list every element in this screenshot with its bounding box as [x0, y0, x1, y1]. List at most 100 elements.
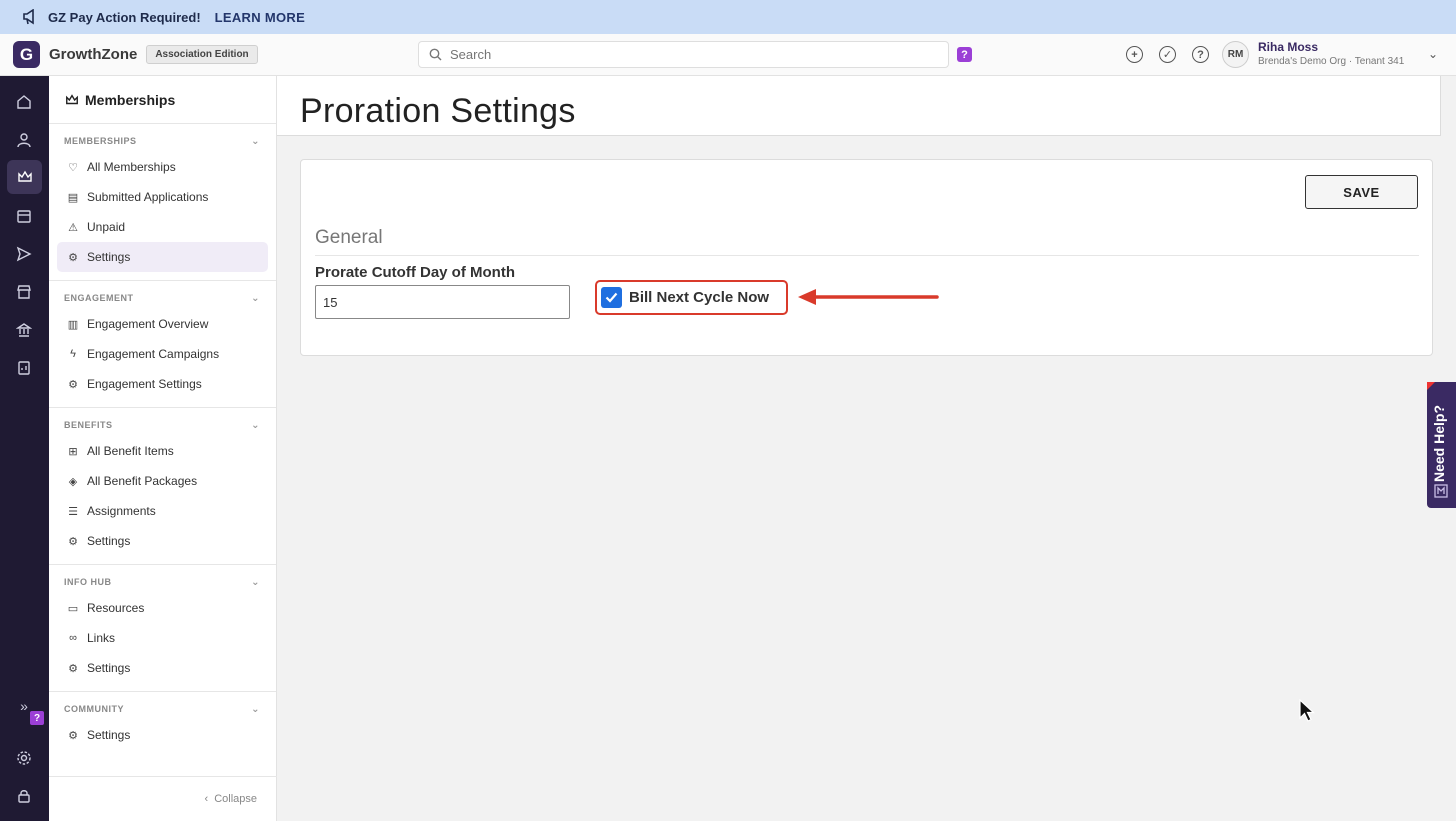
- sidebar-section-community: COMMUNITY ⌄ ⚙ Settings: [49, 692, 276, 758]
- sidebar-item-label: Engagement Campaigns: [87, 347, 220, 361]
- avatar[interactable]: RM: [1222, 41, 1249, 68]
- document-icon: ▤: [67, 191, 79, 204]
- section-toggle[interactable]: COMMUNITY ⌄: [57, 704, 268, 720]
- section-title: MEMBERSHIPS: [64, 136, 137, 146]
- sidebar-item-settings[interactable]: ⚙ Settings: [57, 242, 268, 272]
- gear-icon: ⚙: [68, 729, 78, 742]
- sidebar: Memberships MEMBERSHIPS ⌄ ♡ All Membership…: [49, 76, 277, 821]
- sidebar-item-label: Settings: [87, 250, 131, 264]
- notification-dot: [1427, 382, 1435, 390]
- folder-icon: ▭: [67, 602, 79, 615]
- sidebar-item-label: All Memberships: [87, 160, 176, 174]
- sidebar-item-submitted-applications[interactable]: ▤ Submitted Applications: [57, 182, 268, 212]
- sidebar-item-assignments[interactable]: ☰ Assignments: [57, 496, 268, 526]
- crown-icon[interactable]: [7, 160, 42, 194]
- section-title: ENGAGEMENT: [64, 293, 134, 303]
- chevron-down-icon[interactable]: ⌄: [251, 704, 260, 715]
- cutoff-day-label: Prorate Cutoff Day of Month: [315, 264, 515, 281]
- check-circle-icon[interactable]: ✓: [1159, 46, 1176, 63]
- sidebar-item-label: All Benefit Items: [87, 444, 174, 458]
- sidebar-item-community-settings[interactable]: ⚙ Settings: [57, 720, 268, 750]
- page-title: Proration Settings: [300, 92, 576, 130]
- sidebar-item-engagement-campaigns[interactable]: ϟ Engagement Campaigns: [57, 339, 268, 369]
- chevron-left-icon: ‹: [204, 793, 209, 805]
- user-name[interactable]: Riha Moss: [1258, 40, 1318, 54]
- top-header: G GrowthZone Association Edition ? + ✓ ?…: [0, 34, 1456, 76]
- sidebar-item-benefit-settings[interactable]: ⚙ Settings: [57, 526, 268, 556]
- calendar-icon[interactable]: [14, 206, 34, 226]
- sidebar-section-engagement: ENGAGEMENT ⌄ ▥ Engagement Overview ϟ Engage…: [49, 281, 276, 408]
- gear-icon[interactable]: [14, 748, 34, 768]
- brand-name: GrowthZone: [49, 46, 138, 63]
- bill-next-cycle-label[interactable]: Bill Next Cycle Now: [629, 289, 769, 306]
- chevron-down-icon[interactable]: ⌄: [1428, 47, 1438, 61]
- section-toggle[interactable]: MEMBERSHIPS ⌄: [57, 136, 268, 152]
- search-box[interactable]: [418, 41, 949, 68]
- save-button[interactable]: SAVE: [1305, 175, 1418, 209]
- user-org: Brenda's Demo Org · Tenant 341: [1258, 56, 1405, 67]
- section-title: COMMUNITY: [64, 704, 124, 714]
- page-header: Proration Settings: [277, 76, 1441, 136]
- annotation-arrow: [798, 289, 939, 305]
- mouse-cursor-icon: [1299, 699, 1315, 722]
- divider: [315, 255, 1419, 256]
- bill-next-cycle-checkbox[interactable]: [601, 287, 622, 308]
- sidebar-item-all-benefit-packages[interactable]: ◈ All Benefit Packages: [57, 466, 268, 496]
- search-icon: [429, 48, 442, 61]
- link-icon: ∞: [69, 632, 77, 644]
- cutoff-day-input[interactable]: [315, 285, 570, 319]
- report-icon[interactable]: [14, 358, 34, 378]
- bill-next-cycle-highlight: Bill Next Cycle Now: [595, 280, 788, 315]
- person-icon[interactable]: [14, 130, 34, 150]
- sidebar-item-all-memberships[interactable]: ♡ All Memberships: [57, 152, 268, 182]
- sidebar-item-engagement-settings[interactable]: ⚙ Engagement Settings: [57, 369, 268, 399]
- search-help-badge[interactable]: ?: [957, 47, 972, 62]
- section-toggle[interactable]: BENEFITS ⌄: [57, 420, 268, 436]
- store-icon[interactable]: [14, 282, 34, 302]
- app-rail: » ?: [0, 76, 49, 821]
- sidebar-item-info-hub-settings[interactable]: ⚙ Settings: [57, 653, 268, 683]
- sidebar-item-resources[interactable]: ▭ Resources: [57, 593, 268, 623]
- checklist-icon: ☰: [68, 505, 78, 518]
- sidebar-title: Memberships: [85, 91, 176, 108]
- sidebar-item-label: Engagement Overview: [87, 317, 209, 331]
- sidebar-section-benefits: BENEFITS ⌄ ⊞ All Benefit Items ◈ All Benefi…: [49, 408, 276, 565]
- bank-icon[interactable]: [14, 320, 34, 340]
- gear-icon: ⚙: [68, 535, 78, 548]
- sidebar-item-links[interactable]: ∞ Links: [57, 623, 268, 653]
- chevron-down-icon[interactable]: ⌄: [251, 136, 260, 147]
- chat-icon: [1434, 484, 1448, 498]
- warning-icon: ⚠: [68, 221, 78, 234]
- learn-more-link[interactable]: LEARN MORE: [215, 10, 305, 25]
- chevron-down-icon[interactable]: ⌄: [251, 420, 260, 431]
- section-heading: General: [315, 227, 383, 248]
- sidebar-item-engagement-overview[interactable]: ▥ Engagement Overview: [57, 309, 268, 339]
- app-logo[interactable]: G: [13, 41, 40, 68]
- gear-icon: ⚙: [68, 378, 78, 391]
- lock-icon[interactable]: [14, 786, 34, 806]
- section-toggle[interactable]: INFO HUB ⌄: [57, 577, 268, 593]
- sidebar-item-unpaid[interactable]: ⚠ Unpaid: [57, 212, 268, 242]
- sidebar-item-all-benefit-items[interactable]: ⊞ All Benefit Items: [57, 436, 268, 466]
- chevron-down-icon[interactable]: ⌄: [251, 577, 260, 588]
- chevron-down-icon[interactable]: ⌄: [251, 293, 260, 304]
- section-toggle[interactable]: ENGAGEMENT ⌄: [57, 293, 268, 309]
- need-help-tab[interactable]: Need Help?: [1427, 382, 1456, 508]
- edition-badge: Association Edition: [146, 45, 258, 64]
- sidebar-item-label: Assignments: [87, 504, 156, 518]
- crown-icon: [66, 93, 78, 104]
- sidebar-item-label: Links: [87, 631, 116, 645]
- add-icon[interactable]: +: [1126, 46, 1143, 63]
- send-icon[interactable]: [14, 244, 34, 264]
- bar-chart-icon: ▥: [67, 318, 79, 331]
- help-icon[interactable]: ?: [1192, 46, 1209, 63]
- home-icon[interactable]: [14, 92, 34, 112]
- sidebar-item-label: Submitted Applications: [87, 190, 209, 204]
- sidebar-item-label: Settings: [87, 534, 131, 548]
- heart-icon: ♡: [68, 161, 78, 174]
- help-badge[interactable]: ?: [30, 711, 44, 725]
- sidebar-item-label: Settings: [87, 728, 131, 742]
- search-input[interactable]: [450, 47, 930, 62]
- gift-icon: ⊞: [68, 445, 78, 458]
- collapse-button[interactable]: ‹ Collapse: [49, 776, 277, 821]
